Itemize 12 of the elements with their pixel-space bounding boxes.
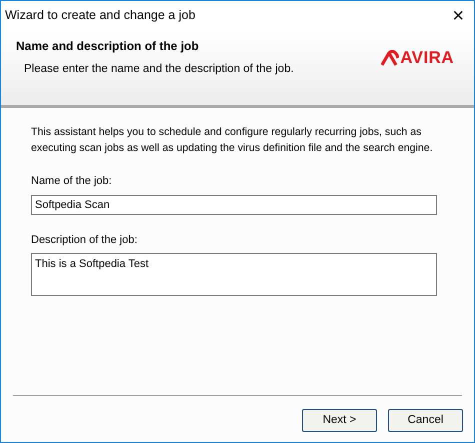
next-button[interactable]: Next >: [302, 409, 377, 432]
window-title: Wizard to create and change a job: [5, 7, 196, 24]
field-label: Description of the job:: [31, 232, 138, 248]
name-field[interactable]: Softpedia Scan: [31, 194, 437, 214]
description-field[interactable]: This is a Softpedia Test: [31, 253, 437, 296]
cancel-button[interactable]: Cancel: [388, 409, 463, 432]
logo-text: AVIRA: [400, 47, 454, 70]
header-subtitle: Please enter the name and the description of the job.: [24, 62, 294, 77]
header-title: Name and description of the job: [16, 38, 200, 55]
intro-text: This assistant helps you to schedule and configure regularly recurring jobs, such as executing scan jobs as well as updating the virus definition file and the search engine.: [31, 125, 434, 156]
close-button[interactable]: ×: [452, 6, 464, 26]
field-label: Name of the job:: [31, 174, 113, 189]
